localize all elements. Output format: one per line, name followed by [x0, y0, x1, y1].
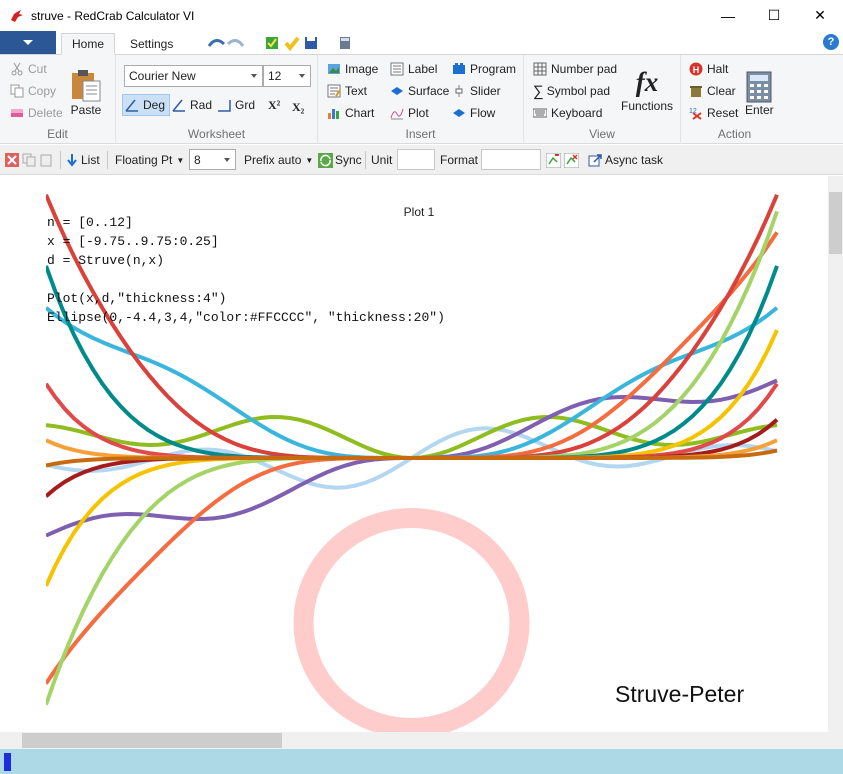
code-line-2[interactable]: x = [-9.75..9.75:0.25]: [47, 234, 219, 249]
code-line-3[interactable]: d = Struve(n,x): [47, 253, 164, 268]
horizontal-scrollbar[interactable]: [0, 732, 843, 749]
plot-canvas: [46, 194, 779, 738]
code-line-6[interactable]: Ellipse(0,-4.4,3,4,"color:#FFCCCC", "thi…: [47, 310, 445, 325]
code-line-5[interactable]: Plot(x,d,"thickness:4"): [47, 291, 226, 306]
horizontal-scroll-thumb[interactable]: [22, 733, 282, 748]
status-bar: [0, 749, 843, 774]
plot-title: Plot 1: [403, 205, 435, 219]
signature-text: Struve-Peter: [615, 681, 745, 707]
status-indicator: [4, 753, 11, 771]
plot-ellipse: [293, 508, 530, 738]
vertical-scrollbar[interactable]: [828, 176, 843, 732]
struve-curve-1: [46, 415, 778, 460]
vertical-scroll-thumb[interactable]: [829, 192, 842, 254]
code-line-1[interactable]: n = [0..12]: [47, 215, 133, 230]
